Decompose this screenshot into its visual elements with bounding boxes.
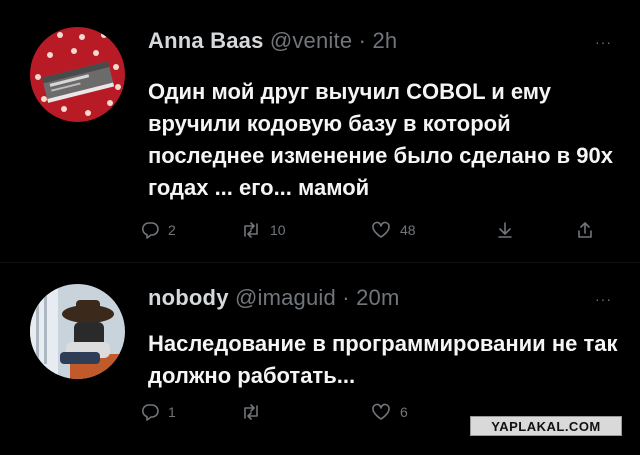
reply-button[interactable]: 2: [140, 220, 176, 240]
man-in-hat-avatar-icon: [30, 284, 125, 379]
polka-dot-avatar-icon: [30, 27, 125, 122]
reply-count: 1: [168, 404, 176, 420]
tweet-header: nobody @imaguid · 20m: [148, 285, 400, 311]
reply-count: 2: [168, 222, 176, 238]
retweet-button[interactable]: [240, 402, 270, 422]
heart-icon: [372, 221, 390, 238]
author-handle[interactable]: @venite: [270, 28, 352, 53]
save-button[interactable]: [495, 220, 515, 240]
author-name[interactable]: nobody: [148, 285, 229, 310]
retweet-count: 10: [270, 222, 286, 238]
like-count: 6: [400, 404, 408, 420]
avatar[interactable]: [30, 284, 125, 379]
like-button[interactable]: 6: [370, 402, 408, 422]
comment-icon: [141, 404, 159, 421]
author-name[interactable]: Anna Baas: [148, 28, 264, 53]
retweet-icon: [244, 404, 258, 420]
more-options-icon[interactable]: ···: [595, 34, 612, 50]
share-button[interactable]: [575, 220, 595, 240]
like-button[interactable]: 48: [370, 220, 416, 240]
tweet-header: Anna Baas @venite · 2h: [148, 28, 397, 54]
heart-icon: [372, 403, 390, 420]
timestamp[interactable]: 2h: [372, 28, 397, 53]
share-icon: [578, 222, 592, 238]
download-icon: [498, 222, 512, 238]
watermark-badge: YAPLAKAL.COM: [470, 416, 622, 436]
retweet-icon: [244, 222, 258, 238]
tweet-text: Наследование в программировании не так д…: [148, 331, 618, 388]
more-options-icon[interactable]: ···: [595, 291, 612, 307]
separator-dot: ·: [358, 28, 367, 53]
reply-button[interactable]: 1: [140, 402, 176, 422]
tweet-divider: [0, 262, 640, 263]
separator-dot: ·: [342, 285, 350, 310]
author-handle[interactable]: @imaguid: [235, 285, 336, 310]
action-bar: 2 10 48: [140, 220, 610, 250]
timestamp[interactable]: 20m: [356, 285, 399, 310]
retweet-button[interactable]: 10: [240, 220, 286, 240]
tweet-text: Один мой друг выучил COBOL и ему вручили…: [148, 79, 613, 200]
avatar[interactable]: [30, 27, 125, 122]
comment-icon: [141, 222, 159, 239]
like-count: 48: [400, 222, 416, 238]
